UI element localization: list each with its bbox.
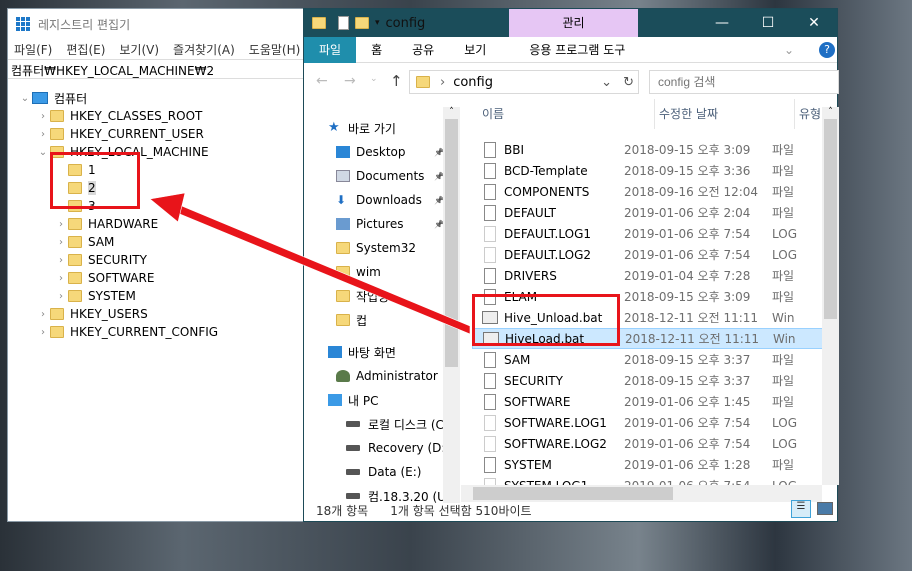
arrow-head [149,192,186,223]
annotation-arrow [149,192,471,335]
arrow-shaft [174,203,471,335]
